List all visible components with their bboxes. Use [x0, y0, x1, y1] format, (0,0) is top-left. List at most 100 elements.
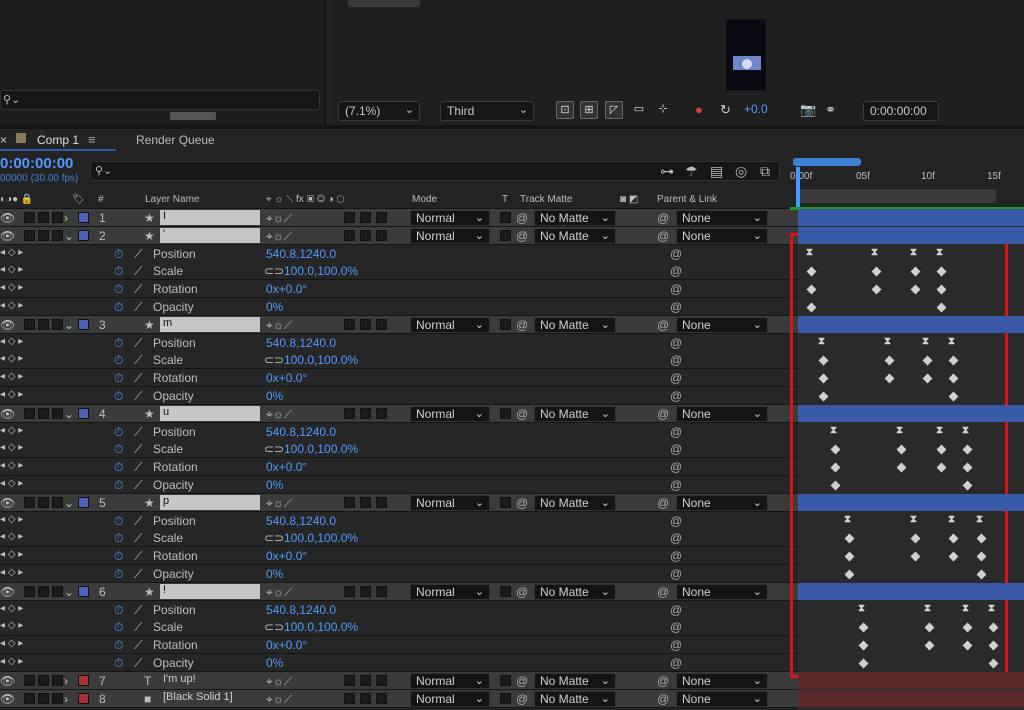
graph-icon[interactable]: ⟋	[134, 442, 142, 457]
lock-toggle[interactable]	[52, 692, 63, 704]
preserve-transparency-toggle[interactable]	[500, 212, 511, 223]
pick-whip-icon[interactable]: @	[670, 300, 682, 314]
switch-box[interactable]	[344, 674, 355, 686]
keyframe-navigator[interactable]: ◂ ◇ ▸	[0, 549, 23, 560]
layer-row[interactable]: 👁 ⌄ 2 ★ ' ⌖☼⟋ Normal ⌄ @ No Matte ⌄ @ None ⌄	[0, 226, 800, 245]
constrain-proportions-icon[interactable]: ⊂⊃	[264, 531, 284, 545]
track-matte-dropdown[interactable]: No Matte ⌄	[534, 494, 616, 511]
switch-box[interactable]	[360, 229, 371, 241]
layer-duration-bar[interactable]	[798, 689, 1024, 707]
switch-box[interactable]	[360, 318, 371, 330]
preserve-transparency-toggle[interactable]	[500, 229, 511, 241]
pick-whip-icon[interactable]: @	[670, 567, 682, 581]
property-row[interactable]: ◂ ◇ ▸ ⏱ ⟋ Scale ⊂⊃ 100.0,100.0% @	[0, 262, 800, 281]
keyframe-navigator[interactable]: ◂ ◇ ▸	[0, 247, 23, 258]
mode-dropdown[interactable]: Normal ⌄	[410, 227, 490, 244]
graph-icon[interactable]: ⟋	[134, 460, 142, 475]
track-matte-dropdown[interactable]: No Matte ⌄	[534, 583, 616, 600]
property-row[interactable]: ◂ ◇ ▸ ⏱ ⟋ Position 540.8,1240.0 @	[0, 600, 800, 619]
property-value[interactable]: 100.0,100.0%	[284, 353, 358, 367]
work-area-bar[interactable]	[793, 158, 861, 166]
fast-preview-button[interactable]: ⊡	[556, 101, 574, 119]
track-matte-dropdown[interactable]: No Matte ⌄	[534, 690, 616, 707]
keyframe-navigator[interactable]: ◂ ◇ ▸	[0, 442, 23, 453]
switch-box[interactable]	[376, 318, 387, 330]
layer-switches[interactable]: ⌖☼⟋	[266, 407, 292, 422]
property-value[interactable]: 540.8,1240.0	[266, 425, 336, 439]
stopwatch-icon[interactable]: ⏱	[114, 336, 123, 351]
keyframe-navigator[interactable]: ◂ ◇ ▸	[0, 336, 23, 347]
keyframe-navigator[interactable]: ◂ ◇ ▸	[0, 264, 23, 275]
visibility-icon[interactable]: 👁	[0, 407, 15, 421]
pick-whip-icon[interactable]: @	[670, 514, 682, 528]
pick-whip-icon[interactable]: @	[670, 442, 682, 456]
property-value[interactable]: 0%	[266, 656, 283, 670]
layer-name[interactable]: I	[160, 210, 260, 225]
property-value[interactable]: 0x+0.0°	[266, 460, 307, 474]
property-value[interactable]: 540.8,1240.0	[266, 514, 336, 528]
pick-whip-icon[interactable]: @	[670, 478, 682, 492]
parent-dropdown[interactable]: None ⌄	[676, 494, 768, 511]
layer-row[interactable]: 👁 ⌄ 4 ★ u ⌖☼⟋ Normal ⌄ @ No Matte ⌄ @ None ⌄	[0, 404, 800, 423]
graph-icon[interactable]: ⟋	[134, 567, 142, 582]
property-row[interactable]: ◂ ◇ ▸ ⏱ ⟋ Rotation 0x+0.0° @	[0, 636, 800, 655]
parent-dropdown[interactable]: None ⌄	[676, 227, 768, 244]
parent-dropdown[interactable]: None ⌄	[676, 405, 768, 422]
project-scrollbar[interactable]	[170, 112, 216, 120]
graph-icon[interactable]: ⟋	[134, 549, 142, 564]
audio-toggle[interactable]	[24, 407, 35, 419]
stopwatch-icon[interactable]: ⏱	[114, 425, 123, 440]
label-color[interactable]	[78, 692, 89, 704]
layer-duration-bar[interactable]	[798, 671, 1024, 689]
graph-icon[interactable]: ⟋	[134, 247, 142, 262]
visibility-icon[interactable]: 👁	[0, 211, 15, 225]
property-row[interactable]: ◂ ◇ ▸ ⏱ ⟋ Opacity 0% @	[0, 565, 800, 583]
twirl-icon[interactable]: ›	[64, 692, 68, 706]
audio-toggle[interactable]	[24, 692, 35, 704]
mode-dropdown[interactable]: Normal ⌄	[410, 405, 490, 422]
layer-row[interactable]: 👁 ⌄ 3 ★ m ⌖☼⟋ Normal ⌄ @ No Matte ⌄ @ None ⌄	[0, 315, 800, 334]
solo-toggle[interactable]	[38, 212, 49, 223]
mask-path-button[interactable]: ◸	[605, 101, 623, 119]
stopwatch-icon[interactable]: ⏱	[114, 460, 123, 475]
time-ruler[interactable]: 0:00f 05f 10f 15f	[790, 155, 1024, 210]
property-value[interactable]: 540.8,1240.0	[266, 603, 336, 617]
reset-exposure-icon[interactable]: ↻	[720, 102, 731, 118]
property-row[interactable]: ◂ ◇ ▸ ⏱ ⟋ Rotation 0x+0.0° @	[0, 280, 800, 299]
pick-whip-icon[interactable]: @	[657, 692, 669, 706]
property-row[interactable]: ◂ ◇ ▸ ⏱ ⟋ Position 540.8,1240.0 @	[0, 422, 800, 441]
keyframe-navigator[interactable]: ◂ ◇ ▸	[0, 460, 23, 471]
viewer-timecode[interactable]: 0:00:00:00	[863, 101, 939, 121]
keyframe-navigator[interactable]: ◂ ◇ ▸	[0, 478, 23, 489]
label-color[interactable]	[78, 585, 89, 597]
layer-switches[interactable]: ⌖☼⟋	[266, 496, 292, 511]
property-row[interactable]: ◂ ◇ ▸ ⏱ ⟋ Opacity 0% @	[0, 387, 800, 405]
switch-box[interactable]	[344, 212, 355, 223]
parent-dropdown[interactable]: None ⌄	[676, 690, 768, 707]
property-value[interactable]: 100.0,100.0%	[284, 620, 358, 634]
layer-row[interactable]: 👁 ⌄ 5 ★ p ⌖☼⟋ Normal ⌄ @ No Matte ⌄ @ None ⌄	[0, 493, 800, 512]
switch-box[interactable]	[376, 229, 387, 241]
solo-toggle[interactable]	[38, 496, 49, 508]
link-icon[interactable]: @	[516, 674, 528, 688]
twirl-icon[interactable]: ⌄	[64, 318, 74, 332]
graph-icon[interactable]: ⟋	[134, 389, 142, 404]
layer-name[interactable]: I'm up!	[160, 673, 260, 688]
lock-toggle[interactable]	[52, 585, 63, 597]
visibility-icon[interactable]: 👁	[0, 496, 15, 510]
switch-box[interactable]	[344, 407, 355, 419]
stopwatch-icon[interactable]: ⏱	[114, 442, 123, 457]
pick-whip-icon[interactable]: @	[670, 371, 682, 385]
graph-icon[interactable]: ⟋	[134, 531, 142, 546]
audio-toggle[interactable]	[24, 318, 35, 330]
switch-box[interactable]	[376, 674, 387, 686]
transparency-grid-button[interactable]: ⊞	[580, 101, 598, 119]
keyframe-navigator[interactable]: ◂ ◇ ▸	[0, 389, 23, 400]
pick-whip-icon[interactable]: @	[670, 620, 682, 634]
layer-name[interactable]: [Black Solid 1]	[160, 691, 260, 706]
graph-icon[interactable]: ⟋	[134, 603, 142, 618]
layer-row[interactable]: 👁 › 8 ■ [Black Solid 1] ⌖☼⟋ Normal ⌄ @ No Matte ⌄ @…	[0, 689, 800, 708]
stopwatch-icon[interactable]: ⏱	[114, 514, 123, 529]
frame-blending-icon[interactable]: ▤	[710, 163, 723, 180]
current-time[interactable]: 0:00:00:00	[0, 155, 73, 172]
